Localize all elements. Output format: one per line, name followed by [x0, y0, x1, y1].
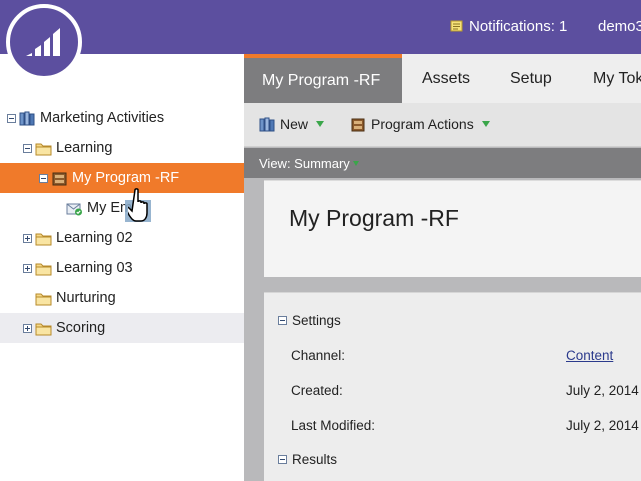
tree-item-label: Marketing Activities	[40, 110, 165, 126]
top-bar: Notifications: 1 demo3	[0, 0, 641, 54]
tree-item-scoring[interactable]: Scoring	[0, 313, 244, 343]
tree-item-learning-03[interactable]: Learning 03	[0, 253, 244, 283]
tree-item-marketing-activities[interactable]: Marketing Activities	[0, 103, 244, 133]
tree-item-nurturing[interactable]: Nurturing	[0, 283, 244, 313]
tree-item-label: Nurturing	[56, 290, 116, 306]
program-actions-icon	[351, 118, 365, 131]
email-icon	[66, 201, 83, 216]
expand-toggle-icon[interactable]	[23, 323, 32, 333]
settings-section-header[interactable]: Settings	[278, 313, 341, 328]
marketing-activities-tree: Marketing Activities Learning My Program…	[0, 54, 244, 481]
collapse-toggle-icon[interactable]	[23, 143, 32, 153]
dropdown-caret-icon	[481, 121, 490, 127]
user-menu[interactable]: demo3	[598, 18, 641, 35]
tree-item-my-email[interactable]: My Em	[0, 193, 244, 223]
tree-item-label: Learning 03	[56, 260, 133, 276]
tab-my-tokens[interactable]: My Tokens	[575, 54, 641, 103]
folder-icon	[35, 321, 52, 336]
tree-item-label: My Program -RF	[72, 170, 180, 186]
program-title: My Program -RF	[289, 205, 459, 231]
program-title-card: My Program -RF	[264, 180, 641, 277]
toolbar: New Program Actions	[244, 103, 641, 147]
program-actions-label: Program Actions	[371, 116, 474, 132]
hand-cursor-icon	[125, 188, 154, 229]
notification-note-icon	[450, 20, 464, 33]
tab-assets[interactable]: Assets	[404, 54, 488, 103]
results-heading: Results	[292, 452, 338, 467]
notifications-link[interactable]: Notifications: 1	[450, 18, 567, 35]
tab-label: My Tokens	[593, 69, 641, 87]
tab-label: My Program -RF	[262, 71, 381, 89]
channel-link[interactable]: Content	[566, 348, 613, 363]
dropdown-caret-icon	[352, 161, 359, 166]
tree-item-label: Scoring	[56, 320, 106, 336]
main-panel: My Program -RF Assets Setup My Tokens Ne…	[244, 54, 641, 481]
new-button[interactable]: New	[259, 116, 325, 132]
collapse-toggle-icon[interactable]	[7, 113, 16, 123]
folder-icon	[35, 141, 52, 156]
tab-setup[interactable]: Setup	[492, 54, 570, 103]
view-bar: View: Summary	[244, 148, 641, 178]
folder-icon	[35, 291, 52, 306]
new-label: New	[280, 116, 309, 132]
view-selector[interactable]: View: Summary	[259, 156, 359, 171]
new-icon	[259, 117, 275, 131]
created-label: Created:	[291, 383, 343, 398]
marketo-logo-icon[interactable]	[6, 4, 82, 80]
expand-toggle-icon[interactable]	[23, 233, 32, 243]
tree-item-my-program-rf[interactable]: My Program -RF	[0, 163, 244, 193]
folder-icon	[35, 231, 52, 246]
notifications-label: Notifications: 1	[469, 18, 568, 35]
collapse-toggle-icon[interactable]	[278, 316, 287, 325]
folder-icon	[35, 261, 52, 276]
settings-heading: Settings	[292, 313, 341, 328]
settings-card: Settings Channel: Content Created: July …	[264, 292, 641, 481]
dropdown-caret-icon	[316, 121, 325, 127]
tab-label: Setup	[510, 69, 552, 87]
last-modified-value: July 2, 2014 3	[566, 418, 641, 433]
program-actions-button[interactable]: Program Actions	[350, 116, 490, 132]
tree-item-learning-02[interactable]: Learning 02	[0, 223, 244, 253]
created-value: July 2, 2014 3	[566, 383, 641, 398]
tab-bar: My Program -RF Assets Setup My Tokens	[244, 54, 641, 103]
expand-toggle-icon[interactable]	[23, 263, 32, 273]
marketing-activities-icon	[19, 111, 36, 126]
program-icon	[51, 171, 68, 186]
collapse-toggle-icon[interactable]	[39, 173, 48, 183]
tree-item-label: Learning	[56, 140, 113, 156]
last-modified-label: Last Modified:	[291, 418, 376, 433]
results-section-header[interactable]: Results	[278, 452, 337, 467]
collapse-toggle-icon[interactable]	[278, 455, 287, 464]
tab-label: Assets	[422, 69, 471, 87]
view-label: View: Summary	[259, 156, 350, 171]
tab-my-program[interactable]: My Program -RF	[244, 54, 402, 103]
channel-label: Channel:	[291, 348, 346, 363]
tree-item-label: Learning 02	[56, 230, 133, 246]
tree-item-learning[interactable]: Learning	[0, 133, 244, 163]
